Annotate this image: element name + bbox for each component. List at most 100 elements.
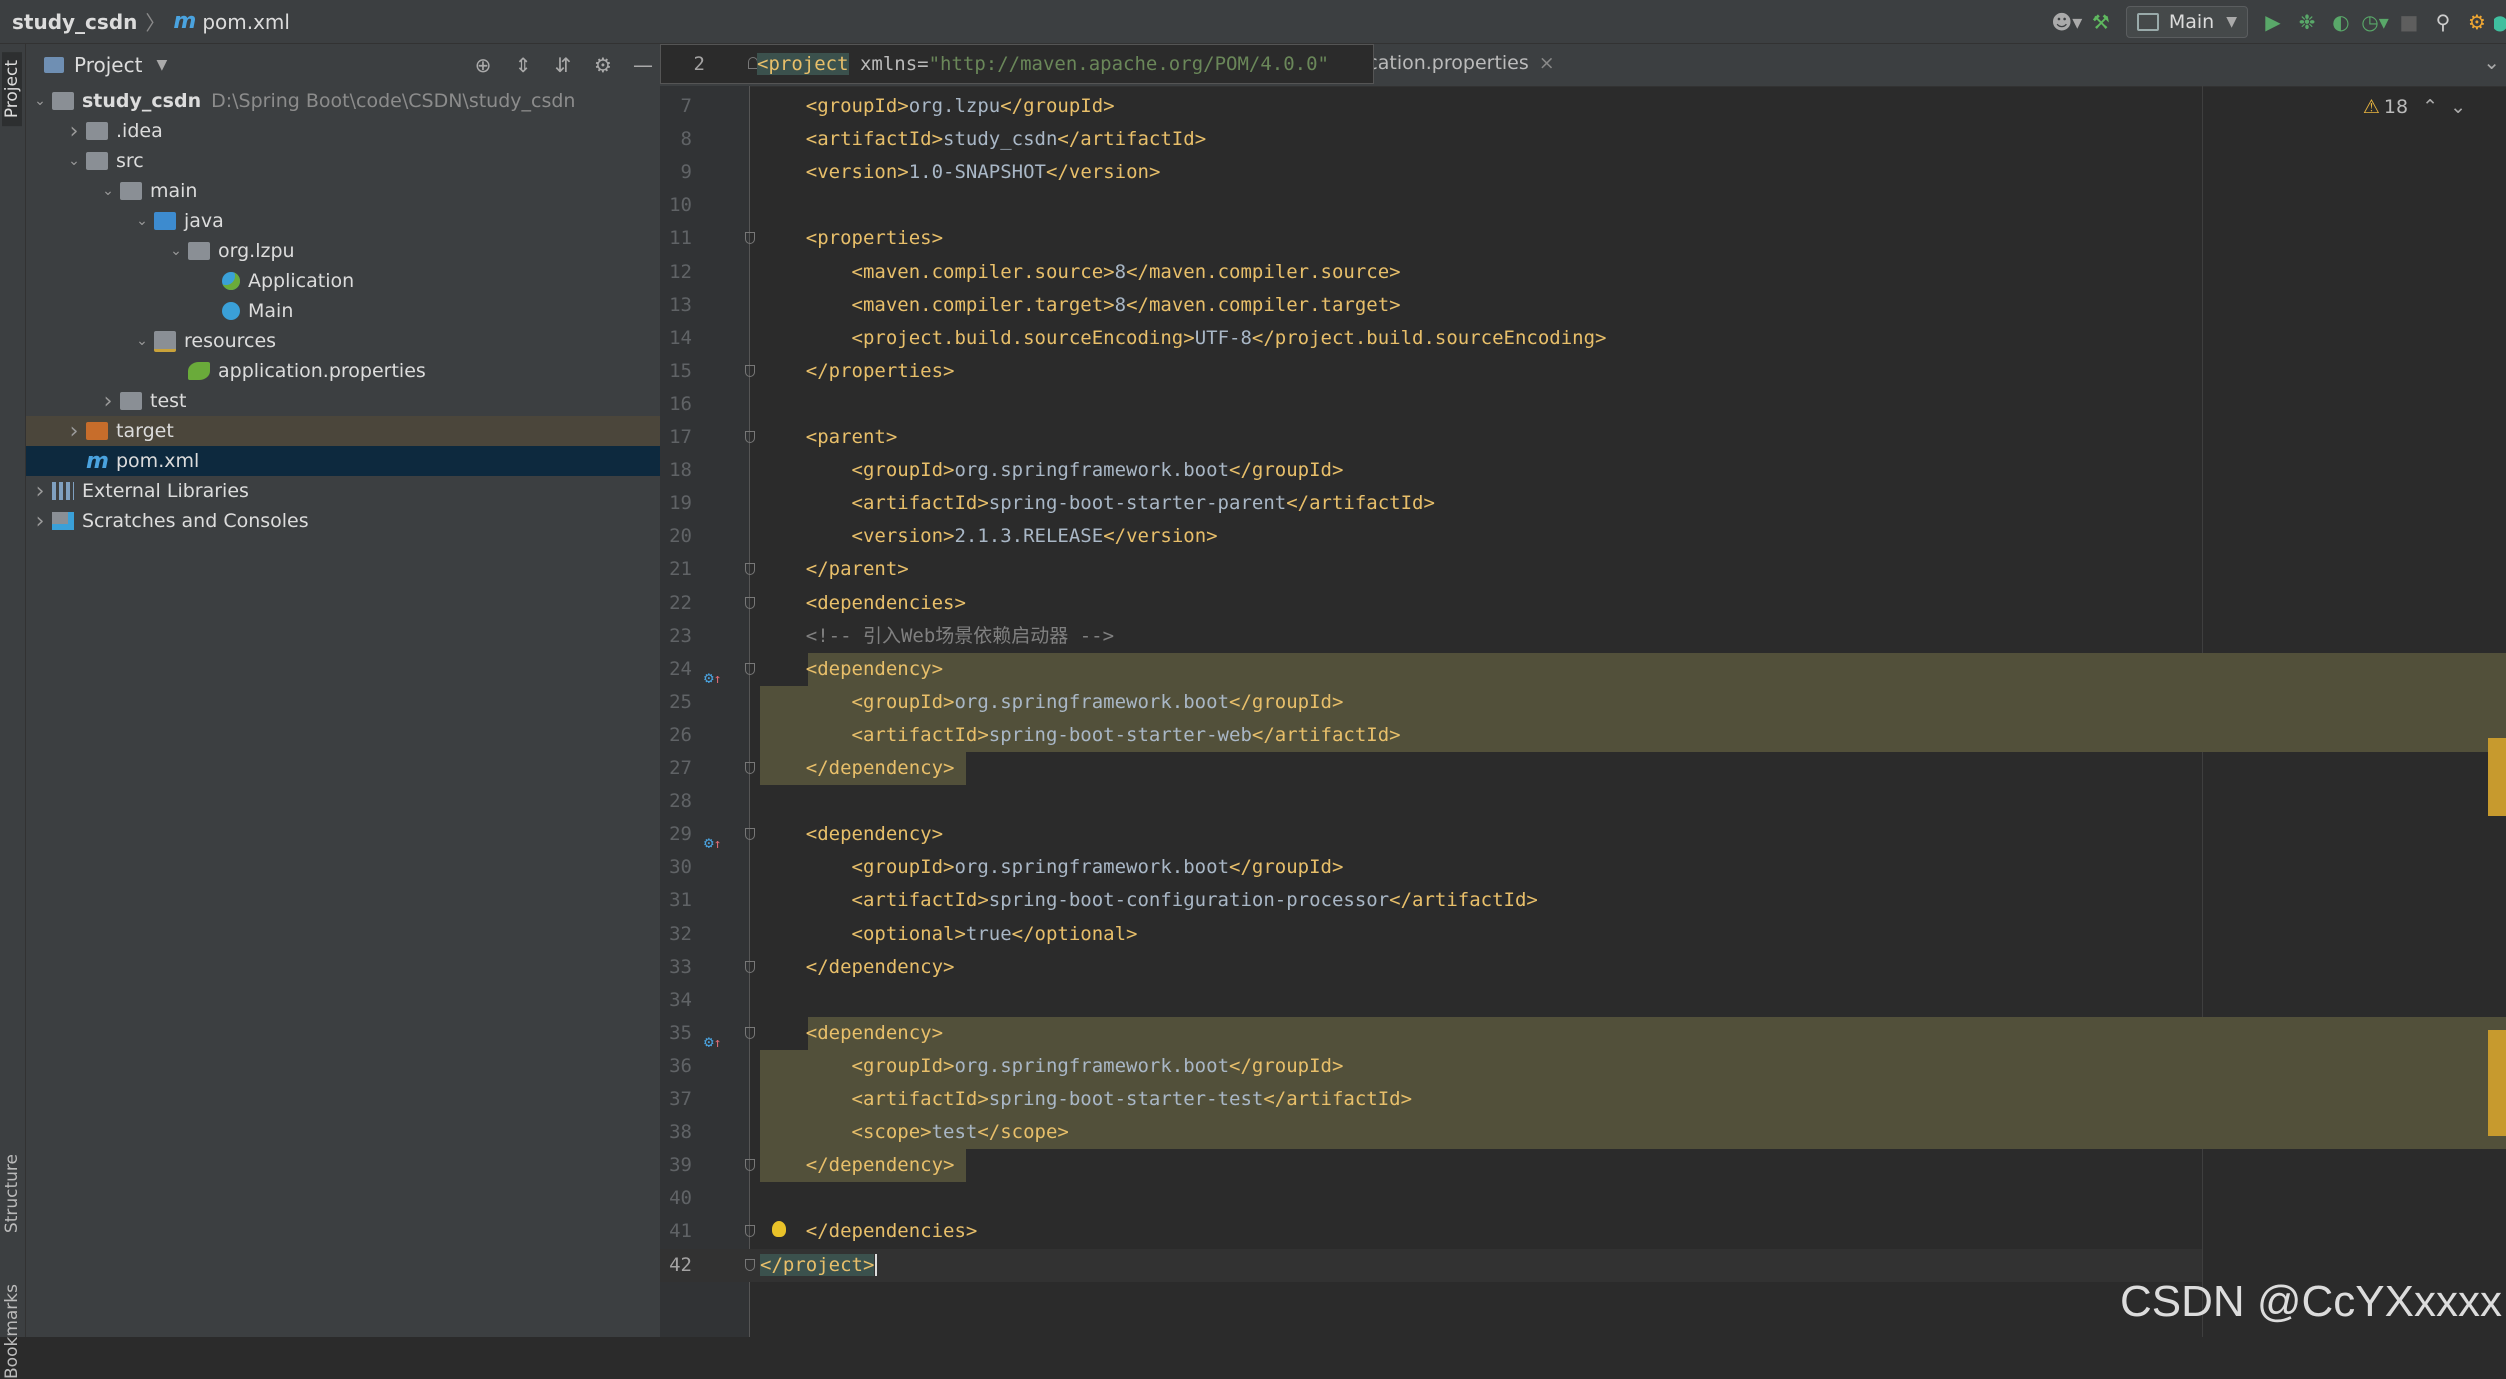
stop-icon[interactable]: ■	[2392, 5, 2426, 39]
code-line[interactable]: 42 </project>	[660, 1248, 2202, 1282]
fold-marker-icon[interactable]	[745, 1026, 755, 1039]
fold-marker-icon[interactable]	[745, 431, 755, 443]
breadcrumb-project[interactable]: study_csdn	[12, 10, 137, 34]
project-tool-tab[interactable]: Project	[2, 52, 22, 127]
code-line[interactable]: 28	[660, 785, 2506, 818]
fold-marker-icon[interactable]	[745, 762, 755, 774]
chevron-right-icon[interactable]: ›	[28, 479, 52, 504]
code-line[interactable]: 15 </properties>	[660, 355, 2506, 388]
profiler-icon[interactable]: ◷▾	[2358, 5, 2392, 39]
code-line[interactable]: 18 <groupId>org.springframework.boot</gr…	[660, 454, 2506, 487]
tab-application-properties[interactable]: ication.properties ×	[1362, 52, 1555, 74]
code-line[interactable]: 27 </dependency>	[660, 752, 2506, 785]
code-line[interactable]: 21 </parent>	[660, 553, 2506, 586]
code-line[interactable]: 32 <optional>true</optional>	[660, 918, 2506, 951]
chevron-down-icon[interactable]: ▼	[156, 57, 167, 73]
fold-marker-icon[interactable]	[745, 960, 755, 973]
fold-marker-icon[interactable]	[745, 563, 755, 576]
code-line[interactable]: 10	[660, 189, 2506, 222]
user-icon[interactable]: ☻▾	[2050, 5, 2084, 39]
tree-item[interactable]: ⌄ java	[26, 206, 660, 236]
code-line[interactable]: 26 <artifactId>spring-boot-starter-web</…	[660, 719, 2506, 752]
run-configuration-select[interactable]: Main ▼	[2125, 6, 2248, 38]
error-stripe-marker[interactable]	[2488, 738, 2506, 816]
error-stripe-marker[interactable]	[2488, 1030, 2506, 1136]
chevron-down-icon[interactable]: ⌄	[130, 333, 154, 349]
fold-marker-icon[interactable]	[745, 828, 755, 841]
inspection-widget[interactable]: ⚠ 18 ⌃ ⌄	[2363, 96, 2466, 118]
tree-item[interactable]: m pom.xml	[26, 446, 660, 476]
updates-icon[interactable]: ⚙	[2460, 5, 2494, 39]
run-icon[interactable]: ▶	[2256, 5, 2290, 39]
fold-marker-icon[interactable]	[745, 662, 755, 675]
tree-item[interactable]: › External Libraries	[26, 476, 660, 506]
tree-item[interactable]: application.properties	[26, 356, 660, 386]
tree-item[interactable]: ⌄ src	[26, 146, 660, 176]
code-line[interactable]: 23 <!-- 引入Web场景依赖启动器 -->	[660, 620, 2506, 653]
fold-marker-icon[interactable]	[745, 596, 755, 609]
fold-marker-icon[interactable]	[745, 1159, 755, 1172]
chevron-down-icon[interactable]: ⌄	[164, 243, 188, 259]
chevron-right-icon[interactable]: ›	[62, 119, 86, 144]
sticky-header-line[interactable]: 2 <project xmlns="http://maven.apache.or…	[660, 44, 1374, 84]
code-line[interactable]: 12 <maven.compiler.source>8</maven.compi…	[660, 256, 2506, 289]
tree-item[interactable]: ⌄ resources	[26, 326, 660, 356]
chevron-right-icon[interactable]: ›	[28, 509, 52, 534]
code-line[interactable]: 20 <version>2.1.3.RELEASE</version>	[660, 520, 2506, 553]
code-line[interactable]: 29 ⚙↑ <dependency>	[660, 818, 2506, 852]
assistant-icon[interactable]: ●	[2494, 5, 2506, 39]
code-line[interactable]: 38 <scope>test</scope>	[660, 1116, 2506, 1149]
tree-item[interactable]: › target	[26, 416, 660, 446]
tree-item[interactable]: › Scratches and Consoles	[26, 506, 660, 536]
code-line[interactable]: 36 <groupId>org.springframework.boot</gr…	[660, 1050, 2506, 1083]
fold-marker-icon[interactable]	[745, 1258, 755, 1271]
code-line[interactable]: 25 <groupId>org.springframework.boot</gr…	[660, 686, 2506, 719]
chevron-right-icon[interactable]: ›	[62, 419, 86, 444]
chevron-down-icon[interactable]: ⌄	[130, 213, 154, 229]
expand-all-icon[interactable]: ⇕	[506, 53, 540, 77]
chevron-down-icon[interactable]: ⌄	[96, 183, 120, 199]
fold-marker-icon[interactable]	[745, 1225, 755, 1238]
fold-marker-icon[interactable]	[745, 232, 755, 245]
search-icon[interactable]: ⚲	[2426, 5, 2460, 39]
code-line[interactable]: 19 <artifactId>spring-boot-starter-paren…	[660, 487, 2506, 520]
code-line[interactable]: 31 <artifactId>spring-boot-configuration…	[660, 884, 2506, 917]
close-icon[interactable]: ×	[1539, 52, 1555, 74]
code-line[interactable]: 8 <artifactId>study_csdn</artifactId>	[660, 123, 2506, 156]
code-line[interactable]: 40	[660, 1182, 2506, 1215]
code-line[interactable]: 33 </dependency>	[660, 951, 2506, 984]
chevron-right-icon[interactable]: ›	[96, 389, 120, 414]
tree-item[interactable]: › .idea	[26, 116, 660, 146]
code-line[interactable]: 9 <version>1.0-SNAPSHOT</version>	[660, 156, 2506, 189]
code-line[interactable]: 22 <dependencies>	[660, 587, 2506, 620]
tree-item[interactable]: Application	[26, 266, 660, 296]
chevron-down-icon[interactable]: ⌄	[28, 93, 52, 109]
chevron-down-icon[interactable]: ⌄	[2483, 50, 2500, 74]
code-line[interactable]: 34	[660, 984, 2506, 1017]
locate-icon[interactable]: ⊕	[466, 53, 500, 77]
code-line[interactable]: 37 <artifactId>spring-boot-starter-test<…	[660, 1083, 2506, 1116]
code-line[interactable]: 17 <parent>	[660, 421, 2506, 454]
code-line[interactable]: 7 <groupId>org.lzpu</groupId>	[660, 90, 2506, 123]
breadcrumb-file[interactable]: pom.xml	[202, 10, 290, 34]
code-line[interactable]: 35 ⚙↑ <dependency>	[660, 1017, 2506, 1051]
code-line[interactable]: 41 </dependencies>	[660, 1215, 2506, 1248]
code-line[interactable]: 14 <project.build.sourceEncoding>UTF-8</…	[660, 322, 2506, 355]
code-line[interactable]: 13 <maven.compiler.target>8</maven.compi…	[660, 289, 2506, 322]
code-line[interactable]: 11 <properties>	[660, 222, 2506, 255]
gear-icon[interactable]: ⚙	[586, 53, 620, 77]
tree-item[interactable]: ⌄ study_csdn D:\Spring Boot\code\CSDN\stud…	[26, 86, 660, 116]
tree-item[interactable]: ⌄ main	[26, 176, 660, 206]
bookmarks-tool-tab[interactable]: Bookmarks	[2, 1284, 22, 1379]
code-line[interactable]: 24 ⚙↑ <dependency>	[660, 653, 2506, 687]
chevron-up-down-icon[interactable]: ⌃ ⌄	[2422, 96, 2466, 118]
fold-marker-icon[interactable]	[745, 364, 755, 377]
chevron-down-icon[interactable]: ⌄	[62, 153, 86, 169]
tree-item[interactable]: ⌄ org.lzpu	[26, 236, 660, 266]
structure-tool-tab[interactable]: Structure	[2, 1154, 22, 1233]
coverage-icon[interactable]: ◐	[2324, 5, 2358, 39]
debug-icon[interactable]: ❉	[2290, 5, 2324, 39]
code-line[interactable]: 39 </dependency>	[660, 1149, 2506, 1182]
build-hammer-icon[interactable]: ⚒	[2084, 5, 2118, 39]
tree-item[interactable]: › test	[26, 386, 660, 416]
